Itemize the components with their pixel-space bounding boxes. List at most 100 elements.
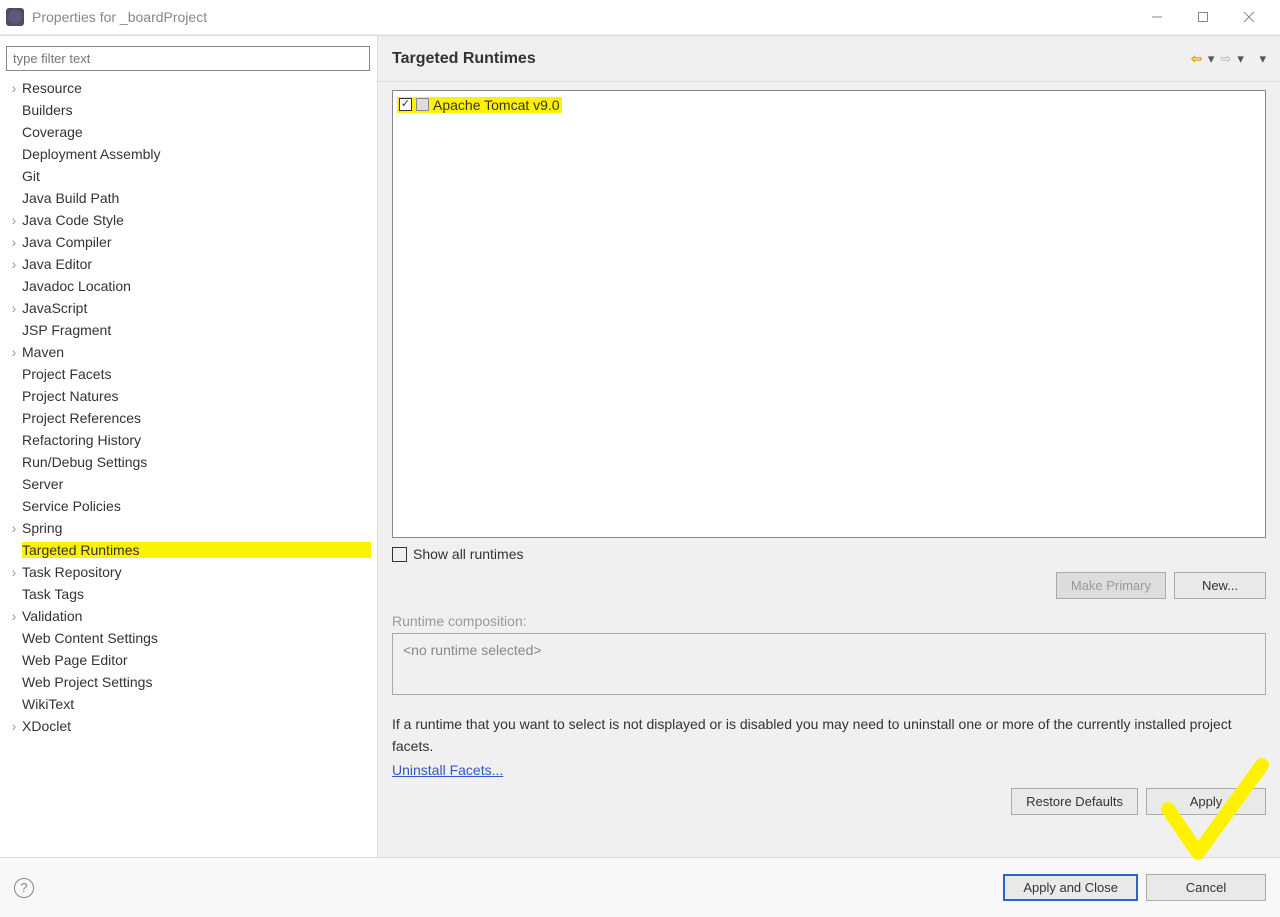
show-all-checkbox[interactable] [392,547,407,562]
page-title: Targeted Runtimes [392,50,536,68]
tree-item[interactable]: Web Project Settings [6,671,371,693]
runtime-composition-box: <no runtime selected> [392,633,1266,695]
cancel-button[interactable]: Cancel [1146,874,1266,901]
footer: ? Apply and Close Cancel [0,857,1280,917]
tree-item-label: Run/Debug Settings [22,454,371,470]
show-all-label: Show all runtimes [413,546,524,562]
tree-item-label: Server [22,476,371,492]
tree-item-label: Validation [22,608,371,624]
tree-item-label: Java Editor [22,256,371,272]
window-title: Properties for _boardProject [32,9,207,25]
runtime-checkbox[interactable]: ✓ [399,98,412,111]
uninstall-facets-link[interactable]: Uninstall Facets... [392,762,1266,778]
tree-item-label: WikiText [22,696,371,712]
tree-item[interactable]: Web Content Settings [6,627,371,649]
runtime-composition-label: Runtime composition: [392,613,1266,629]
new-runtime-button[interactable]: New... [1174,572,1266,599]
tree-item[interactable]: Server [6,473,371,495]
tree-item[interactable]: ›Java Editor [6,253,371,275]
eclipse-icon [6,8,24,26]
tree-item-label: Java Compiler [22,234,371,250]
tree-item[interactable]: ›Validation [6,605,371,627]
tree-item-label: Git [22,168,371,184]
minimize-button[interactable] [1134,2,1180,33]
tree-item[interactable]: ›Spring [6,517,371,539]
tree-item[interactable]: Project Facets [6,363,371,385]
tree-item[interactable]: ›JavaScript [6,297,371,319]
server-icon [416,98,429,111]
chevron-right-icon: › [6,80,22,96]
chevron-right-icon: › [6,234,22,250]
properties-tree-panel: ›ResourceBuildersCoverageDeployment Asse… [0,36,378,857]
tree-item-label: Resource [22,80,371,96]
apply-button[interactable]: Apply [1146,788,1266,815]
tree-item-label: JSP Fragment [22,322,371,338]
tree-item[interactable]: Refactoring History [6,429,371,451]
filter-input[interactable] [6,46,370,71]
tree-item[interactable]: Java Build Path [6,187,371,209]
properties-tree[interactable]: ›ResourceBuildersCoverageDeployment Asse… [6,77,371,737]
runtimes-list[interactable]: ✓Apache Tomcat v9.0 [392,90,1266,538]
tree-item-label: Web Page Editor [22,652,371,668]
chevron-right-icon: › [6,300,22,316]
chevron-right-icon: › [6,344,22,360]
tree-item-label: Refactoring History [22,432,371,448]
tree-item[interactable]: Git [6,165,371,187]
tree-item[interactable]: Coverage [6,121,371,143]
window-controls [1134,2,1272,33]
tree-item-label: Spring [22,520,371,536]
tree-item[interactable]: Task Tags [6,583,371,605]
help-icon[interactable]: ? [14,878,34,898]
chevron-right-icon: › [6,608,22,624]
make-primary-button[interactable]: Make Primary [1056,572,1166,599]
tree-item[interactable]: JSP Fragment [6,319,371,341]
facet-hint: If a runtime that you want to select is … [392,713,1266,758]
titlebar: Properties for _boardProject [0,0,1280,35]
tree-item-label: Coverage [22,124,371,140]
tree-item-label: Deployment Assembly [22,146,371,162]
tree-item[interactable]: ›Maven [6,341,371,363]
tree-item-label: Project References [22,410,371,426]
tree-item-label: Web Content Settings [22,630,371,646]
tree-item[interactable]: WikiText [6,693,371,715]
chevron-right-icon: › [6,212,22,228]
tree-item[interactable]: ›Resource [6,77,371,99]
tree-item-label: Maven [22,344,371,360]
tree-item-label: Java Build Path [22,190,371,206]
tree-item-label: Web Project Settings [22,674,371,690]
maximize-button[interactable] [1180,2,1226,33]
tree-item[interactable]: Javadoc Location [6,275,371,297]
tree-item[interactable]: Deployment Assembly [6,143,371,165]
tree-item[interactable]: Builders [6,99,371,121]
tree-item-label: JavaScript [22,300,371,316]
tree-item[interactable]: Project Natures [6,385,371,407]
tree-item[interactable]: ›XDoclet [6,715,371,737]
tree-item[interactable]: Targeted Runtimes [6,539,371,561]
tree-item-label: Builders [22,102,371,118]
nav-back-icon[interactable]: ⇦ [1191,51,1202,67]
tree-item-label: XDoclet [22,718,371,734]
nav-forward-menu-icon[interactable]: ▾ [1237,51,1244,67]
nav-menu-icon[interactable]: ▾ [1259,51,1266,67]
restore-defaults-button[interactable]: Restore Defaults [1011,788,1138,815]
tree-item[interactable]: ›Task Repository [6,561,371,583]
tree-item[interactable]: ›Java Compiler [6,231,371,253]
tree-item[interactable]: ›Java Code Style [6,209,371,231]
tree-item[interactable]: Service Policies [6,495,371,517]
tree-item[interactable]: Project References [6,407,371,429]
tree-item[interactable]: Web Page Editor [6,649,371,671]
properties-page: Targeted Runtimes ⇦ ▾ ⇨ ▾ ▾ ✓Apache Tomc… [378,36,1280,857]
tree-item-label: Javadoc Location [22,278,371,294]
close-button[interactable] [1226,2,1272,33]
tree-item-label: Task Tags [22,586,371,602]
show-all-checkbox-row[interactable]: Show all runtimes [392,546,1266,562]
runtime-composition-value: <no runtime selected> [403,642,542,658]
apply-and-close-button[interactable]: Apply and Close [1003,874,1138,901]
tree-item-label: Targeted Runtimes [22,542,371,558]
tree-item-label: Task Repository [22,564,371,580]
nav-back-menu-icon[interactable]: ▾ [1208,51,1215,67]
nav-forward-icon[interactable]: ⇨ [1220,51,1231,67]
tree-item[interactable]: Run/Debug Settings [6,451,371,473]
runtime-item[interactable]: ✓Apache Tomcat v9.0 [397,97,562,113]
tree-item-label: Project Natures [22,388,371,404]
